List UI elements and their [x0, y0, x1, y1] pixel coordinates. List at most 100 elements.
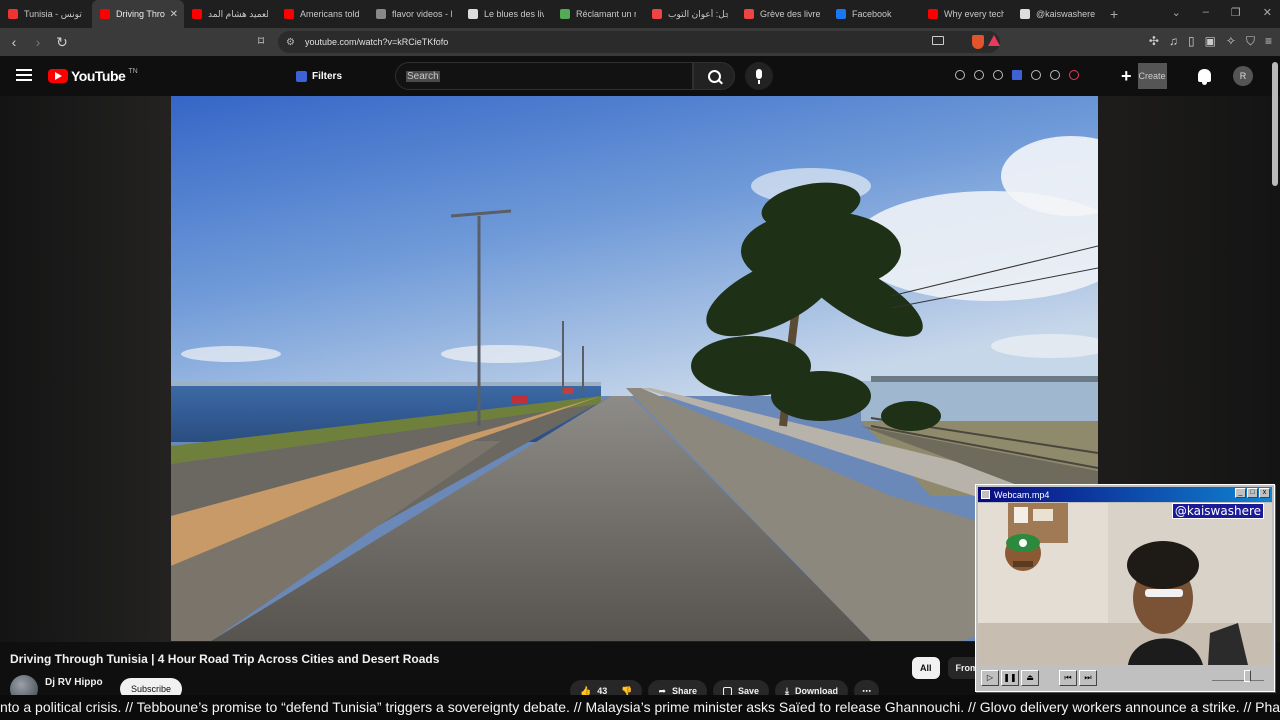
media-player-icon — [981, 490, 990, 499]
leo-icon[interactable]: ✧ — [1226, 34, 1236, 49]
volume-slider[interactable] — [1212, 670, 1264, 682]
new-tab-icon[interactable]: + — [1110, 6, 1118, 22]
page-scrollbar[interactable] — [1272, 62, 1278, 186]
tab-favicon-icon — [652, 9, 662, 19]
eye-slash-icon[interactable] — [993, 70, 1003, 80]
pause-icon[interactable]: ❚❚ — [1001, 670, 1019, 686]
news-ticker: nto a political crisis. // Tebboune’s pr… — [0, 695, 1280, 720]
tab-favicon-icon — [928, 9, 938, 19]
close-icon[interactable]: x — [1259, 488, 1270, 498]
voice-search-icon[interactable] — [745, 62, 773, 90]
tab-title: Americans told t — [300, 9, 360, 19]
tab-title: Tunisia - تونس — [24, 8, 82, 19]
browser-toolbar: ‹ › ↻ ⌑ ⚙ youtube.com/watch?v=kRCieTKfof… — [0, 28, 1280, 56]
minimize-icon[interactable]: _ — [1235, 488, 1246, 498]
next-icon[interactable]: ⏭ — [1079, 670, 1097, 686]
site-info-icon[interactable]: ⚙ — [286, 37, 295, 48]
video-frame — [171, 96, 1098, 641]
brave-rewards-icon[interactable] — [988, 35, 1000, 46]
tab-favicon-icon — [468, 9, 478, 19]
previous-icon[interactable]: ⏮ — [1059, 670, 1077, 686]
restore-icon[interactable]: ❐ — [1231, 6, 1241, 19]
play-icon[interactable]: ▷ — [981, 670, 999, 686]
browser-tab[interactable]: Réclamant un re — [552, 0, 644, 28]
create-label: Create — [1137, 63, 1167, 89]
webcam-titlebar[interactable]: Webcam.mp4 — [978, 487, 1272, 502]
list-icon[interactable] — [1031, 70, 1041, 80]
tab-title: @kaiswashere - — [1036, 9, 1096, 19]
brave-shield-icon[interactable] — [972, 35, 984, 49]
webcam-controls: ▷ ❚❚ ⏏ ⏮ ⏭ — [978, 667, 1272, 689]
close-window-icon[interactable]: ✕ — [1263, 6, 1272, 19]
extension-toolbar — [955, 70, 1079, 80]
country-badge: TN — [128, 67, 138, 75]
search-input[interactable]: Search — [395, 62, 693, 90]
video-player[interactable] — [171, 96, 1098, 641]
filters-button[interactable]: Filters — [288, 65, 350, 87]
back-icon[interactable]: ‹ — [4, 32, 24, 52]
wallet-icon[interactable]: ▣ — [1205, 34, 1216, 49]
vpn-icon[interactable]: ⛉ — [1246, 34, 1255, 49]
tab-title: Grève des livreu — [760, 9, 820, 19]
filter-ext-icon[interactable] — [1012, 70, 1022, 80]
browser-tab[interactable]: Why every tech — [920, 0, 1012, 28]
browser-tab[interactable]: العميد هشام المد — [184, 0, 276, 28]
music-icon[interactable]: ♫ — [1169, 34, 1178, 49]
youtube-logo[interactable]: YouTube TN — [48, 68, 138, 84]
reload-icon[interactable]: ↻ — [52, 32, 72, 52]
forward-icon[interactable]: › — [28, 32, 48, 52]
youtube-logo-text: YouTube — [71, 68, 126, 84]
browser-tab[interactable]: Le blues des livre — [460, 0, 552, 28]
create-button[interactable]: + Create — [1121, 62, 1167, 90]
minimize-icon[interactable]: – — [1203, 6, 1209, 19]
notifications-icon[interactable] — [1198, 69, 1211, 85]
tab-favicon-icon — [744, 9, 754, 19]
tab-favicon-icon — [560, 9, 570, 19]
tab-title: عاجل: أعوان التوب — [668, 8, 728, 19]
url-text: youtube.com/watch?v=kRCieTKfofo — [304, 37, 449, 47]
filter-extension-icon — [296, 70, 307, 82]
browser-tab[interactable]: Facebook — [828, 0, 920, 28]
chip-all[interactable]: All — [912, 657, 940, 679]
browser-tab[interactable]: Grève des livreu — [736, 0, 828, 28]
channel-name[interactable]: Dj RV Hippo — [45, 677, 103, 688]
tab-favicon-icon — [8, 9, 18, 19]
tab-favicon-icon — [1020, 9, 1030, 19]
browser-extension-icons: ✣ ♫ ▯ ▣ ✧ ⛉ ≡ — [1149, 34, 1272, 49]
browser-tab[interactable]: عاجل: أعوان التوب — [644, 0, 736, 28]
browser-tab[interactable]: Tunisia - تونس — [0, 0, 92, 28]
tab-close-icon[interactable]: ✕ — [170, 9, 178, 20]
webcam-frame — [978, 503, 1272, 665]
guide-menu-icon[interactable] — [16, 69, 32, 81]
menu-icon[interactable]: ≡ — [1265, 34, 1272, 49]
sidebar-icon[interactable]: ▯ — [1188, 34, 1195, 49]
clock-icon[interactable] — [955, 70, 965, 80]
webcam-window-title: Webcam.mp4 — [994, 489, 1050, 500]
tab-search-chevron-icon[interactable]: ⌄ — [1172, 6, 1181, 19]
puzzle-icon[interactable]: ✣ — [1149, 34, 1159, 49]
alert-icon[interactable] — [1069, 70, 1079, 80]
tab-favicon-icon — [100, 9, 110, 19]
youtube-play-icon — [48, 69, 68, 83]
browser-tab[interactable]: flavor videos - D — [368, 0, 460, 28]
tab-title: Why every tech — [944, 9, 1004, 19]
cast-icon[interactable] — [932, 36, 944, 45]
search-placeholder: Search — [406, 70, 440, 82]
search-icon[interactable] — [693, 62, 735, 90]
browser-tab[interactable]: Americans told t — [276, 0, 368, 28]
browser-tab[interactable]: @kaiswashere - — [1012, 0, 1104, 28]
webcam-video — [978, 503, 1272, 665]
eye-icon[interactable] — [974, 70, 984, 80]
person-icon[interactable] — [1050, 70, 1060, 80]
account-avatar[interactable]: R — [1233, 66, 1253, 86]
webcam-window[interactable]: Webcam.mp4 _ □ x @kaiswashere ▷ ❚❚ ⏏ ⏮ ⏭ — [975, 484, 1275, 692]
eject-icon[interactable]: ⏏ — [1021, 670, 1039, 686]
bookmark-icon[interactable]: ⌑ — [258, 34, 264, 48]
tab-favicon-icon — [192, 9, 202, 19]
address-bar[interactable]: ⚙ youtube.com/watch?v=kRCieTKfofo — [278, 31, 1000, 53]
tab-title: Réclamant un re — [576, 9, 636, 19]
browser-tab-strip: Tunisia - تونس Driving Thro ✕ العميد هشام ا… — [0, 0, 1280, 28]
browser-tab[interactable]: Driving Thro ✕ — [92, 0, 184, 28]
maximize-icon[interactable]: □ — [1247, 488, 1258, 498]
filters-label: Filters — [312, 70, 343, 82]
